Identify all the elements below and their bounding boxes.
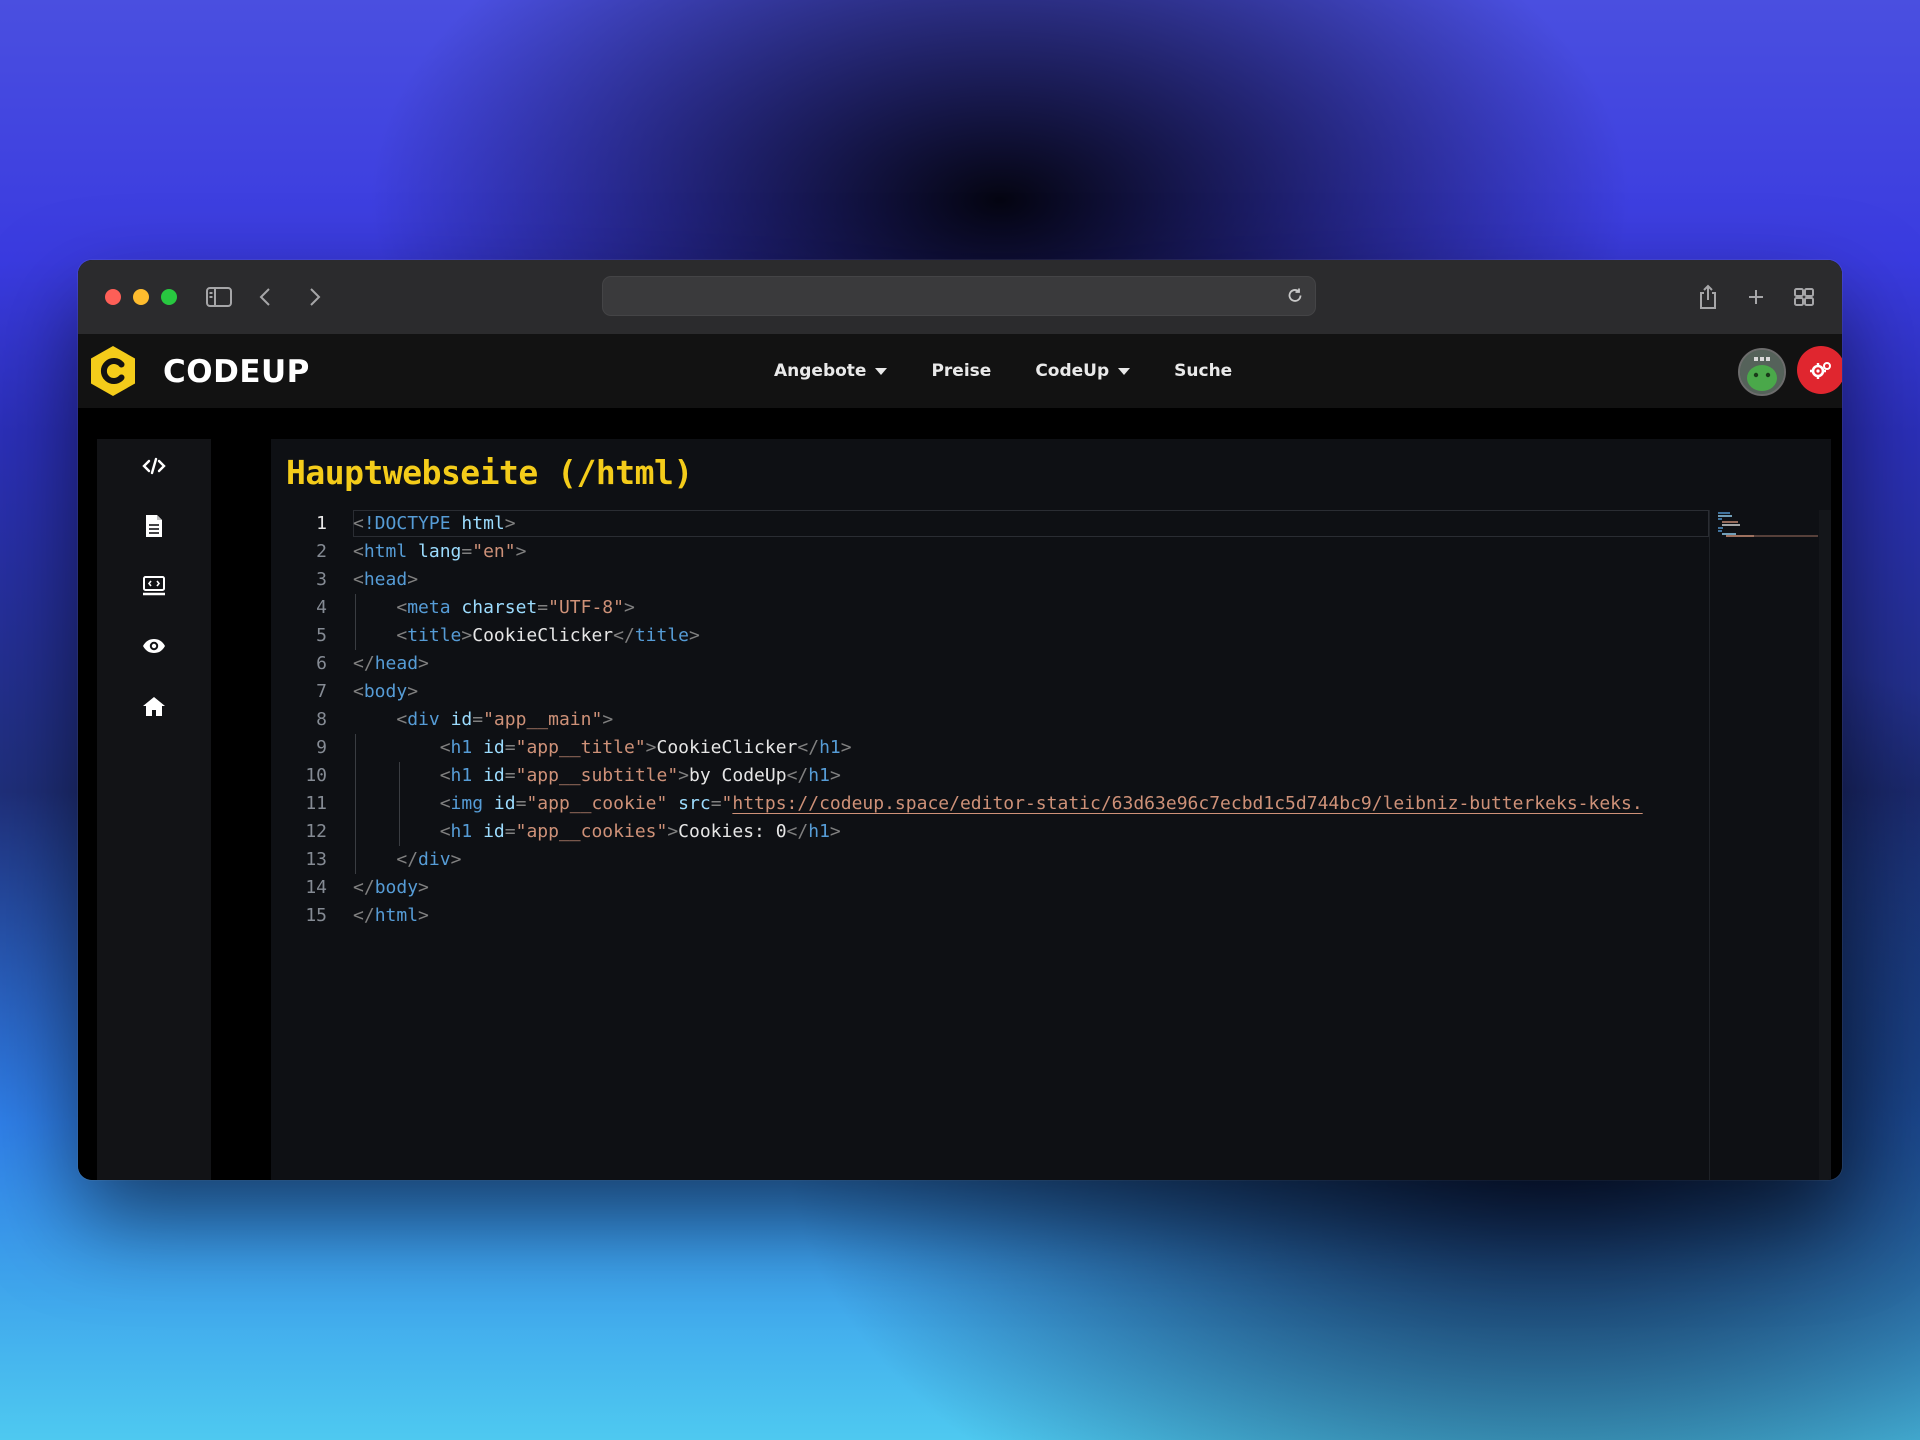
code-text: <div id="app__main"> xyxy=(396,709,614,730)
line-number: 3 xyxy=(316,569,327,590)
code-minimap[interactable] xyxy=(1709,510,1822,1180)
code-text: <!DOCTYPE html> xyxy=(353,513,516,534)
codeup-logo-icon[interactable] xyxy=(85,343,141,399)
nav-suche-label: Suche xyxy=(1174,361,1233,381)
nav-angebote-label: Angebote xyxy=(774,361,867,381)
code-line[interactable]: 3 <head> xyxy=(271,566,1711,594)
monitor-code-icon[interactable] xyxy=(139,571,169,601)
code-text: </html> xyxy=(353,905,429,926)
code-line[interactable]: 2 <html lang="en"> xyxy=(271,538,1711,566)
app-content: Hauptwebseite (/html) 1 <!DOCTYPE html> 2 <… xyxy=(78,408,1842,1180)
code-text: <img id="app__cookie" src="https://codeu… xyxy=(439,793,1643,814)
url-input[interactable] xyxy=(603,277,1279,317)
code-line[interactable]: 9 <h1 id="app__title">CookieClicker</h1> xyxy=(271,734,1711,762)
settings-button[interactable] xyxy=(1797,346,1842,394)
editor-scrollbar[interactable] xyxy=(1819,510,1831,1180)
reload-icon[interactable] xyxy=(1285,286,1305,306)
brand-name[interactable]: CODEUP xyxy=(163,354,310,390)
line-number: 13 xyxy=(305,849,327,870)
code-line[interactable]: 4 <meta charset="UTF-8"> xyxy=(271,594,1711,622)
browser-titlebar xyxy=(78,260,1842,335)
sidebar-toggle-icon[interactable] xyxy=(204,282,234,312)
line-number: 10 xyxy=(305,765,327,786)
code-line[interactable]: 6 </head> xyxy=(271,650,1711,678)
line-number: 14 xyxy=(305,877,327,898)
line-number: 2 xyxy=(316,541,327,562)
code-text: </head> xyxy=(353,653,429,674)
line-number: 12 xyxy=(305,821,327,842)
main-nav: Angebote Preise CodeUp Suche xyxy=(774,334,1276,408)
code-line[interactable]: 11 <img id="app__cookie" src="https://co… xyxy=(271,790,1711,818)
address-bar[interactable] xyxy=(602,276,1316,317)
line-number: 15 xyxy=(305,905,327,926)
line-number: 5 xyxy=(316,625,327,646)
share-icon[interactable] xyxy=(1693,282,1723,312)
code-editor[interactable]: 1 <!DOCTYPE html> 2 <html lang="en"> 3 <head>… xyxy=(271,510,1831,1180)
code-text: <h1 id="app__cookies">Cookies: 0</h1> xyxy=(439,821,841,842)
code-text: <body> xyxy=(353,681,419,702)
app-navbar: CODEUP Angebote Preise CodeUp Suche xyxy=(78,334,1842,408)
code-text: <html lang="en"> xyxy=(353,541,527,562)
code-text: <meta charset="UTF-8"> xyxy=(396,597,635,618)
line-number: 6 xyxy=(316,653,327,674)
code-text: <h1 id="app__subtitle">by CodeUp</h1> xyxy=(439,765,841,786)
new-tab-icon[interactable] xyxy=(1741,282,1771,312)
minimap-preview xyxy=(1718,512,1818,537)
code-line[interactable]: 15 </html> xyxy=(271,902,1711,930)
minimize-window-button[interactable] xyxy=(133,289,149,305)
code-text: <title>CookieClicker</title> xyxy=(396,625,700,646)
forward-icon[interactable] xyxy=(300,282,330,312)
code-line[interactable]: 14 </body> xyxy=(271,874,1711,902)
page-title: Hauptwebseite (/html) xyxy=(286,453,693,492)
line-number: 11 xyxy=(305,793,327,814)
code-line[interactable]: 13 </div> xyxy=(271,846,1711,874)
home-icon[interactable] xyxy=(139,691,169,721)
editor-panel: Hauptwebseite (/html) 1 <!DOCTYPE html> 2 <… xyxy=(271,439,1831,1180)
nav-suche[interactable]: Suche xyxy=(1174,361,1232,381)
line-number: 1 xyxy=(316,513,327,534)
browser-window: CODEUP Angebote Preise CodeUp Suche Haup… xyxy=(78,260,1842,1180)
gears-icon xyxy=(1810,362,1831,379)
nav-codeup-label: CodeUp xyxy=(1035,361,1110,381)
tab-overview-icon[interactable] xyxy=(1789,282,1819,312)
code-text: </div> xyxy=(396,849,462,870)
eye-icon[interactable] xyxy=(139,631,169,661)
code-line[interactable]: 1 <!DOCTYPE html> xyxy=(271,510,1711,538)
file-icon[interactable] xyxy=(139,511,169,541)
code-text: <h1 id="app__title">CookieClicker</h1> xyxy=(439,737,852,758)
avatar-creature-icon xyxy=(1740,350,1784,394)
editor-sidebar xyxy=(97,439,211,1180)
user-avatar[interactable] xyxy=(1738,348,1786,396)
chevron-down-icon xyxy=(1118,367,1131,375)
nav-preise[interactable]: Preise xyxy=(931,361,991,381)
nav-codeup[interactable]: CodeUp xyxy=(1035,361,1131,381)
nav-angebote[interactable]: Angebote xyxy=(774,361,888,381)
code-icon[interactable] xyxy=(139,451,169,481)
code-line[interactable]: 5 <title>CookieClicker</title> xyxy=(271,622,1711,650)
line-number: 8 xyxy=(316,709,327,730)
back-icon[interactable] xyxy=(250,282,280,312)
line-number: 9 xyxy=(316,737,327,758)
close-window-button[interactable] xyxy=(105,289,121,305)
zoom-window-button[interactable] xyxy=(161,289,177,305)
code-line[interactable]: 8 <div id="app__main"> xyxy=(271,706,1711,734)
code-text: <head> xyxy=(353,569,419,590)
line-number: 4 xyxy=(316,597,327,618)
code-text: </body> xyxy=(353,877,429,898)
line-number: 7 xyxy=(316,681,327,702)
code-line[interactable]: 7 <body> xyxy=(271,678,1711,706)
chevron-down-icon xyxy=(875,367,888,375)
nav-preise-label: Preise xyxy=(931,361,992,381)
code-line[interactable]: 12 <h1 id="app__cookies">Cookies: 0</h1> xyxy=(271,818,1711,846)
code-line[interactable]: 10 <h1 id="app__subtitle">by CodeUp</h1> xyxy=(271,762,1711,790)
